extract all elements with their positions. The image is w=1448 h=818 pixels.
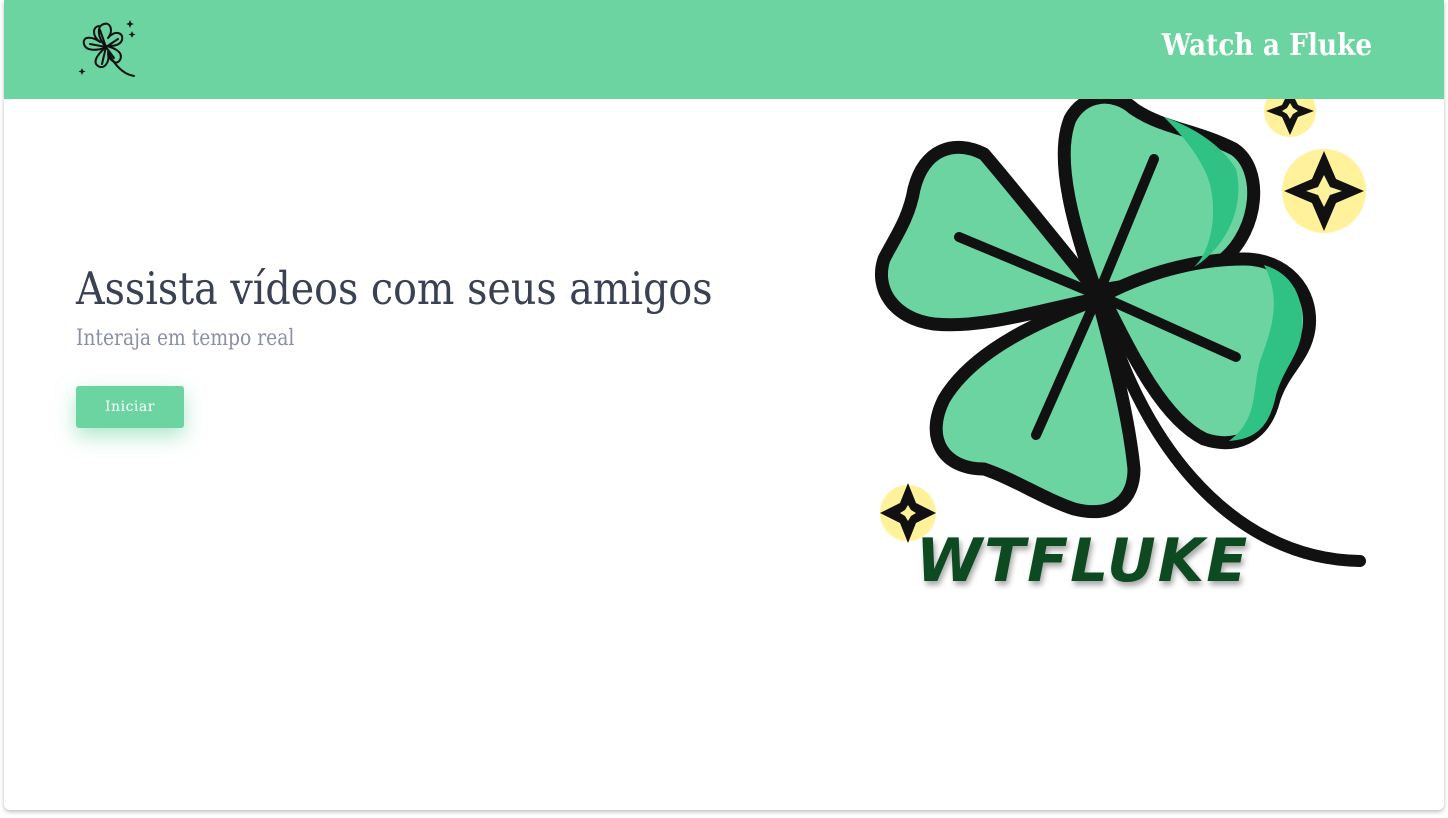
wordmark-text: WTFLUKE <box>916 526 1249 596</box>
clover-logo-illustration: WTFLUKE <box>874 99 1366 596</box>
start-button[interactable]: Iniciar <box>76 386 184 428</box>
hero-subtitle: Interaja em tempo real <box>76 326 295 351</box>
hero-title: Assista vídeos com seus amigos <box>76 262 713 315</box>
top-navbar: Watch a Fluke <box>4 0 1444 99</box>
clover-logo-icon[interactable] <box>74 16 140 82</box>
page-card: Watch a Fluke Assista vídeos com seus am… <box>4 0 1444 810</box>
brand-title[interactable]: Watch a Fluke <box>1162 28 1372 63</box>
